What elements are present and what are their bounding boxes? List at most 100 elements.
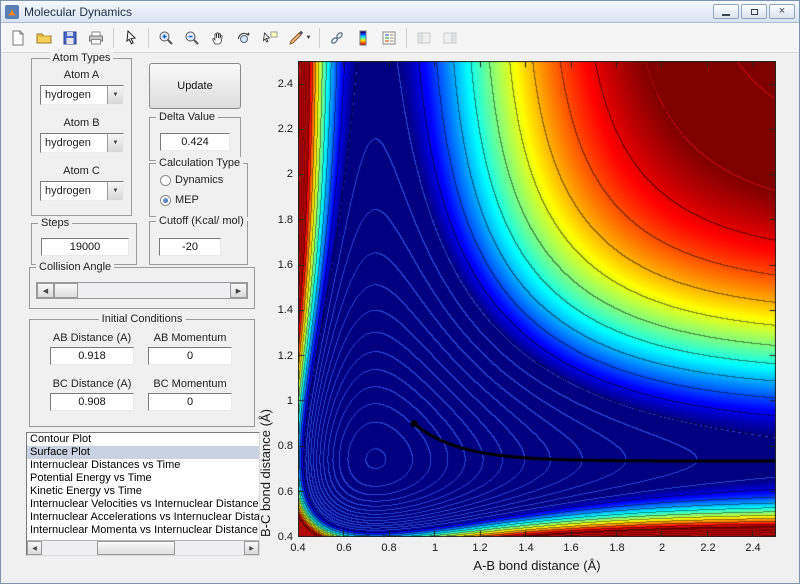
zoom-in-icon — [159, 31, 173, 45]
listbox-horizontal-scrollbar[interactable]: ◀ ▶ — [27, 540, 259, 555]
plot-canvas[interactable] — [298, 61, 776, 537]
chevron-down-icon: ▼ — [112, 92, 119, 98]
mep-radio[interactable]: MEP — [160, 194, 199, 206]
data-cursor-icon — [262, 31, 278, 43]
arrow-left-icon: ◀ — [42, 287, 49, 295]
figure-content: Atom Types Atom A hydrogen ▼ Atom B hydr… — [1, 52, 799, 583]
atom-a-select[interactable]: hydrogen ▼ — [40, 85, 124, 105]
atom-c-select[interactable]: hydrogen ▼ — [40, 181, 124, 201]
ab-momentum-input[interactable] — [148, 347, 232, 365]
y-tick-label: 1 — [286, 395, 293, 407]
app-window: Molecular Dynamics × ▼ Atom Types Atom A… — [0, 0, 800, 584]
delta-value-label: Delta Value — [156, 111, 219, 123]
scrollbar-thumb[interactable] — [97, 541, 175, 555]
show-plot-tools-icon — [443, 32, 457, 43]
open-folder-icon — [36, 33, 52, 43]
plot-type-listbox[interactable]: Contour Plot Surface Plot Internuclear D… — [26, 432, 260, 556]
rotate-3d-button[interactable] — [232, 26, 256, 50]
list-item[interactable]: Kinetic Energy vs Time — [27, 485, 259, 498]
new-document-button[interactable] — [6, 26, 30, 50]
y-tick-label: 1.4 — [277, 304, 293, 316]
zoom-in-button[interactable] — [154, 26, 178, 50]
restore-icon — [750, 8, 758, 15]
print-icon — [89, 31, 103, 44]
atom-c-dropdown-button[interactable]: ▼ — [107, 182, 123, 200]
update-button[interactable]: Update — [149, 63, 241, 109]
zoom-out-button[interactable] — [180, 26, 204, 50]
atom-b-dropdown-button[interactable]: ▼ — [107, 134, 123, 152]
save-button[interactable] — [58, 26, 82, 50]
slider-right-arrow[interactable]: ▶ — [230, 283, 247, 298]
atom-a-dropdown-button[interactable]: ▼ — [107, 86, 123, 104]
scroll-left-arrow[interactable]: ◀ — [27, 541, 42, 555]
toolbar-separator — [148, 27, 149, 48]
brush-button[interactable]: ▼ — [284, 26, 314, 50]
app-icon — [5, 4, 19, 19]
open-file-button[interactable] — [32, 26, 56, 50]
y-tick-label: 0.6 — [277, 486, 293, 498]
rotate-3d-icon — [237, 31, 250, 43]
list-item[interactable]: Internuclear Accelerations vs Internucle… — [27, 511, 259, 524]
x-tick-label: 1.2 — [472, 542, 488, 554]
y-tick-label: 1.6 — [277, 259, 293, 271]
cutoff-input[interactable] — [159, 238, 221, 256]
collision-angle-slider[interactable]: ◀ ▶ — [36, 282, 248, 299]
hide-plot-tools-button[interactable] — [412, 26, 436, 50]
pan-button[interactable] — [206, 26, 230, 50]
mep-radio-label: MEP — [175, 194, 199, 206]
close-button[interactable]: × — [769, 4, 795, 19]
delta-value-input[interactable] — [160, 133, 230, 151]
arrow-left-icon: ◀ — [32, 545, 37, 552]
list-item[interactable]: Internuclear Velocities vs Internuclear … — [27, 498, 259, 511]
atom-b-value: hydrogen — [45, 137, 91, 149]
print-button[interactable] — [84, 26, 108, 50]
edit-plot-button[interactable] — [119, 26, 143, 50]
collision-angle-panel: Collision Angle ◀ ▶ — [29, 261, 255, 309]
bc-momentum-input[interactable] — [148, 393, 232, 411]
list-item[interactable]: Potential Energy vs Time — [27, 472, 259, 485]
cutoff-panel: Cutoff (Kcal/ mol) — [149, 215, 248, 265]
x-tick-label: 1.6 — [563, 542, 579, 554]
y-tick-label: 2 — [286, 168, 293, 180]
x-tick-label: 1.8 — [609, 542, 625, 554]
show-plot-tools-button[interactable] — [438, 26, 462, 50]
new-document-icon — [12, 30, 24, 45]
atom-c-value: hydrogen — [45, 185, 91, 197]
scroll-right-arrow[interactable]: ▶ — [244, 541, 259, 555]
figure-toolbar: ▼ — [1, 23, 799, 53]
legend-icon — [382, 31, 396, 44]
link-plot-icon — [331, 31, 343, 44]
x-tick-label: 2.4 — [745, 542, 761, 554]
bc-distance-input[interactable] — [50, 393, 134, 411]
list-item[interactable]: Internuclear Momenta vs Internuclear Dis… — [27, 524, 259, 537]
link-plot-button[interactable] — [325, 26, 349, 50]
steps-input[interactable] — [41, 238, 129, 256]
insert-legend-button[interactable] — [377, 26, 401, 50]
slider-left-arrow[interactable]: ◀ — [37, 283, 54, 298]
x-tick-label: 0.6 — [336, 542, 352, 554]
initial-conditions-panel: Initial Conditions AB Distance (A) AB Mo… — [29, 313, 255, 427]
slider-thumb[interactable] — [54, 283, 78, 298]
list-item[interactable]: Internuclear Distances vs Time — [27, 459, 259, 472]
list-item[interactable]: Contour Plot — [27, 433, 259, 446]
atom-b-select[interactable]: hydrogen ▼ — [40, 133, 124, 153]
atom-a-label: Atom A — [63, 69, 100, 81]
titlebar[interactable]: Molecular Dynamics × — [1, 1, 799, 23]
ab-distance-input[interactable] — [50, 347, 134, 365]
ab-distance-label: AB Distance (A) — [52, 332, 132, 344]
data-cursor-button[interactable] — [258, 26, 282, 50]
atom-b-label: Atom B — [63, 117, 100, 129]
toolbar-separator — [319, 27, 320, 48]
insert-colorbar-button[interactable] — [351, 26, 375, 50]
list-item[interactable]: Surface Plot — [27, 446, 259, 459]
dynamics-radio[interactable]: Dynamics — [160, 174, 223, 186]
plot-axes: 0.4 0.6 0.8 1 1.2 1.4 1.6 1.8 2 2.2 2.4 … — [258, 61, 776, 573]
restore-button[interactable] — [741, 4, 767, 19]
radio-icon — [160, 174, 171, 186]
y-tick-label: 2.4 — [277, 78, 293, 90]
chevron-down-icon: ▼ — [112, 140, 119, 146]
minimize-icon — [722, 14, 730, 16]
x-tick-label: 0.8 — [381, 542, 397, 554]
minimize-button[interactable] — [713, 4, 739, 19]
x-tick-label: 0.4 — [290, 542, 306, 554]
